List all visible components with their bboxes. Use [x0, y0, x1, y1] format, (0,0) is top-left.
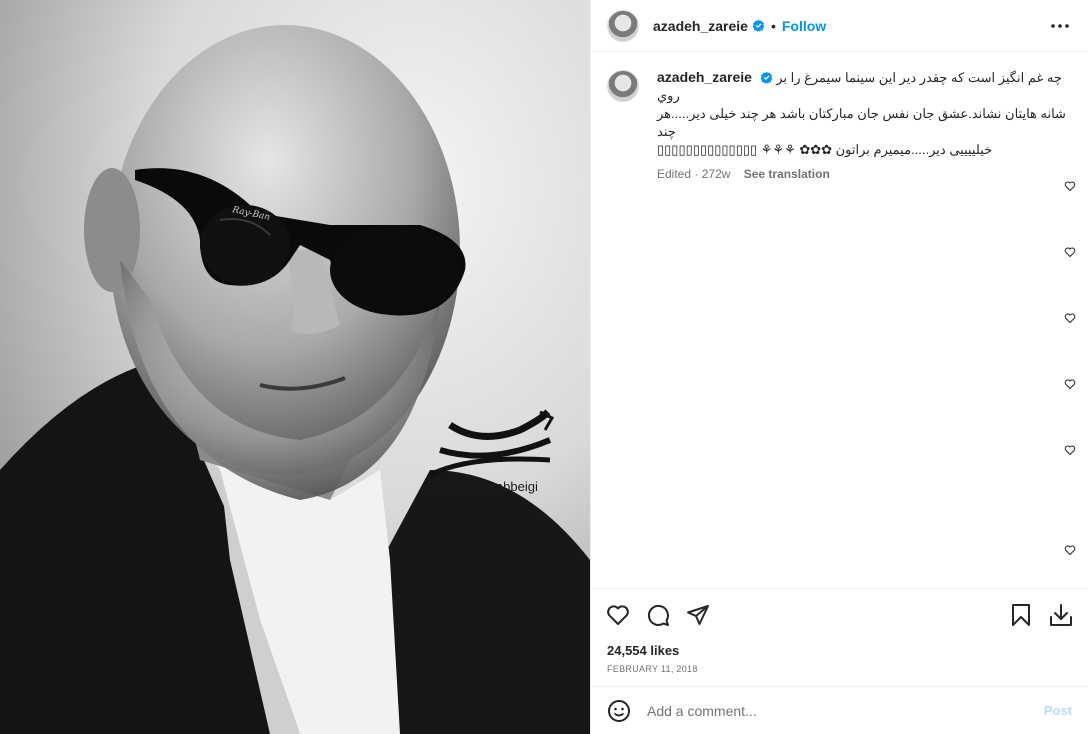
comment-like-heart-icon[interactable]	[1064, 378, 1076, 390]
post-photo-image: Ray-Ban Sahar Mehrabbeigi	[0, 0, 590, 734]
post-header: azadeh_zareie • Follow	[591, 0, 1088, 52]
follow-button[interactable]: Follow	[782, 18, 826, 34]
bookmark-icon[interactable]	[1008, 602, 1034, 628]
share-icon[interactable]	[685, 602, 711, 628]
caption-meta: Edited · 272w See translation	[657, 167, 830, 181]
caption-line-2: شانه هایتان نشاند.عشق جان نفس جان مبارکت…	[657, 106, 1066, 139]
comment-like-heart-icon[interactable]	[1064, 180, 1076, 192]
header-separator: •	[770, 17, 776, 34]
see-translation-button[interactable]: See translation	[744, 167, 830, 181]
caption: azadeh_zareie چه غم انگیز است که چقدر دی…	[607, 68, 1072, 181]
likes-count[interactable]: 24,554 likes	[591, 640, 1088, 662]
post-date[interactable]: FEBRUARY 11, 2018	[591, 662, 1088, 686]
comment-icon[interactable]	[645, 602, 671, 628]
watermark-text: Sahar Mehrabbeigi	[428, 479, 538, 494]
caption-avatar[interactable]	[607, 70, 639, 102]
heart-icon[interactable]	[605, 602, 631, 628]
comment-like-heart-icon[interactable]	[1064, 444, 1076, 456]
emoji-icon[interactable]	[607, 699, 631, 723]
avatar[interactable]	[607, 9, 639, 42]
comments-section: azadeh_zareie چه غم انگیز است که چقدر دی…	[591, 52, 1088, 588]
caption-age[interactable]: 272w	[702, 167, 731, 181]
post-actions	[591, 588, 1088, 640]
comment-like-heart-icon[interactable]	[1064, 246, 1076, 258]
verified-badge-icon	[760, 71, 772, 84]
download-icon[interactable]	[1048, 602, 1074, 628]
post-comment-button[interactable]: Post	[1044, 703, 1072, 718]
caption-line-3: خیلییییی دیر.....میمیرم براتون ✿✿✿ ⚘⚘⚘ ▯…	[657, 142, 993, 157]
post-side-panel: azadeh_zareie • Follow azadeh_zareie چه …	[590, 0, 1088, 734]
more-horizontal-icon[interactable]	[1048, 14, 1072, 38]
verified-badge-icon	[752, 19, 765, 32]
comment-like-heart-icon[interactable]	[1064, 312, 1076, 324]
caption-edited: Edited	[657, 167, 692, 181]
comment-input[interactable]	[647, 702, 1044, 719]
add-comment-bar: Post	[591, 686, 1088, 734]
caption-username[interactable]: azadeh_zareie	[657, 69, 752, 85]
comment-like-heart-icon[interactable]	[1064, 544, 1076, 556]
header-username[interactable]: azadeh_zareie	[653, 18, 748, 34]
post-photo[interactable]: Ray-Ban Sahar Mehrabbeigi	[0, 0, 590, 734]
caption-text: azadeh_zareie چه غم انگیز است که چقدر دی…	[657, 68, 1072, 159]
